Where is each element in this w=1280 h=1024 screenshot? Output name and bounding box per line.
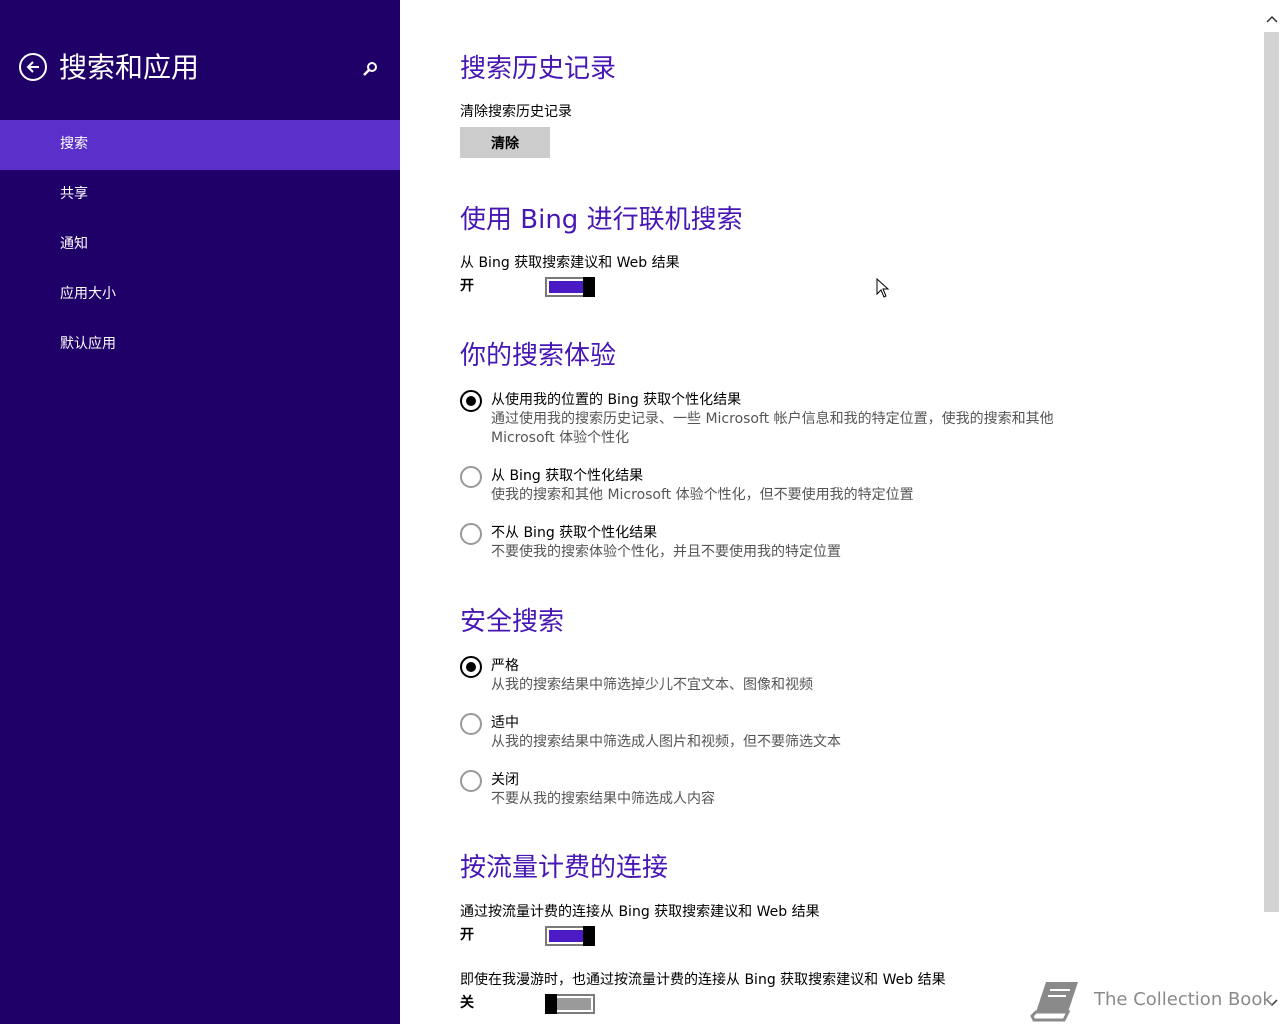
- metered-setting1-toggle[interactable]: [545, 926, 595, 946]
- back-button[interactable]: [19, 53, 47, 81]
- radio-description: 不要从我的搜索结果中筛选成人内容: [491, 791, 715, 807]
- chevron-up-icon: [1265, 15, 1278, 23]
- radio-description: 从我的搜索结果中筛选掉少儿不宜文本、图像和视频: [491, 677, 813, 693]
- radio-description: 从我的搜索结果中筛选成人图片和视频，但不要筛选文本: [491, 734, 841, 750]
- watermark-text: The Collection Book: [1094, 988, 1273, 1010]
- radio-button[interactable]: [460, 656, 482, 678]
- radio-button[interactable]: [460, 713, 482, 735]
- bing-online-toggle[interactable]: [545, 277, 595, 297]
- radio-button[interactable]: [460, 466, 482, 488]
- metered-setting1-state: 开: [460, 927, 474, 943]
- radio-label: 从 Bing 获取个性化结果: [491, 468, 644, 484]
- radio-description: 不要使我的搜索体验个性化，并且不要使用我的特定位置: [491, 544, 841, 560]
- search-button[interactable]: [360, 58, 380, 80]
- metered-setting1-label: 通过按流量计费的连接从 Bing 获取搜索建议和 Web 结果: [460, 904, 820, 920]
- metered-setting2-state: 关: [460, 995, 474, 1011]
- section-title-safe-search: 安全搜索: [460, 607, 565, 637]
- radio-label: 适中: [491, 715, 519, 731]
- bing-online-state: 开: [460, 278, 474, 294]
- search-icon: [363, 62, 377, 76]
- radio-button[interactable]: [460, 523, 482, 545]
- radio-label: 从使用我的位置的 Bing 获取个性化结果: [491, 392, 742, 408]
- vertical-scrollbar[interactable]: [1263, 0, 1280, 1024]
- bing-online-label: 从 Bing 获取搜索建议和 Web 结果: [460, 255, 680, 271]
- sidebar-item-notifications[interactable]: 通知: [0, 220, 400, 270]
- metered-setting2-toggle[interactable]: [545, 994, 595, 1014]
- toggle-fill: [549, 930, 583, 942]
- radio-label: 严格: [491, 658, 519, 674]
- scroll-up-button[interactable]: [1263, 10, 1280, 27]
- sidebar-item-search[interactable]: 搜索: [0, 120, 400, 170]
- book-icon: [1030, 982, 1078, 1022]
- sidebar-title: 搜索和应用: [59, 51, 200, 84]
- sidebar-item-share[interactable]: 共享: [0, 170, 400, 220]
- section-title-metered: 按流量计费的连接: [460, 853, 669, 883]
- settings-content: 搜索历史记录 清除搜索历史记录 清除 使用 Bing 进行联机搜索 从 Bing…: [400, 0, 1263, 1024]
- clear-history-button[interactable]: 清除: [460, 127, 550, 158]
- section-title-history: 搜索历史记录: [460, 54, 617, 84]
- radio-button[interactable]: [460, 390, 482, 412]
- toggle-thumb: [583, 277, 595, 297]
- radio-description: 通过使用我的搜索历史记录、一些 Microsoft 帐户信息和我的特定位置，使我…: [491, 411, 1054, 446]
- toggle-fill: [549, 281, 583, 293]
- clear-history-label: 清除搜索历史记录: [460, 104, 572, 120]
- section-title-experience: 你的搜索体验: [460, 341, 617, 371]
- scroll-thumb[interactable]: [1264, 32, 1279, 912]
- radio-label: 关闭: [491, 772, 519, 788]
- section-title-bing-online: 使用 Bing 进行联机搜索: [460, 205, 743, 235]
- sidebar: 搜索和应用 搜索 共享 通知 应用大小 默认应用: [0, 0, 400, 1024]
- sidebar-item-default-apps[interactable]: 默认应用: [0, 320, 400, 370]
- toggle-fill: [557, 998, 591, 1010]
- radio-label: 不从 Bing 获取个性化结果: [491, 525, 658, 541]
- sidebar-nav: 搜索 共享 通知 应用大小 默认应用: [0, 120, 400, 370]
- toggle-thumb: [545, 994, 557, 1014]
- mouse-cursor-icon: [876, 277, 890, 302]
- toggle-thumb: [583, 926, 595, 946]
- radio-button[interactable]: [460, 770, 482, 792]
- back-arrow-icon: [26, 61, 39, 73]
- sidebar-item-app-sizes[interactable]: 应用大小: [0, 270, 400, 320]
- radio-description: 使我的搜索和其他 Microsoft 体验个性化，但不要使用我的特定位置: [491, 487, 914, 503]
- metered-setting2-label: 即使在我漫游时，也通过按流量计费的连接从 Bing 获取搜索建议和 Web 结果: [460, 972, 946, 988]
- sidebar-header: 搜索和应用: [0, 0, 400, 120]
- watermark: The Collection Book: [1028, 976, 1273, 1022]
